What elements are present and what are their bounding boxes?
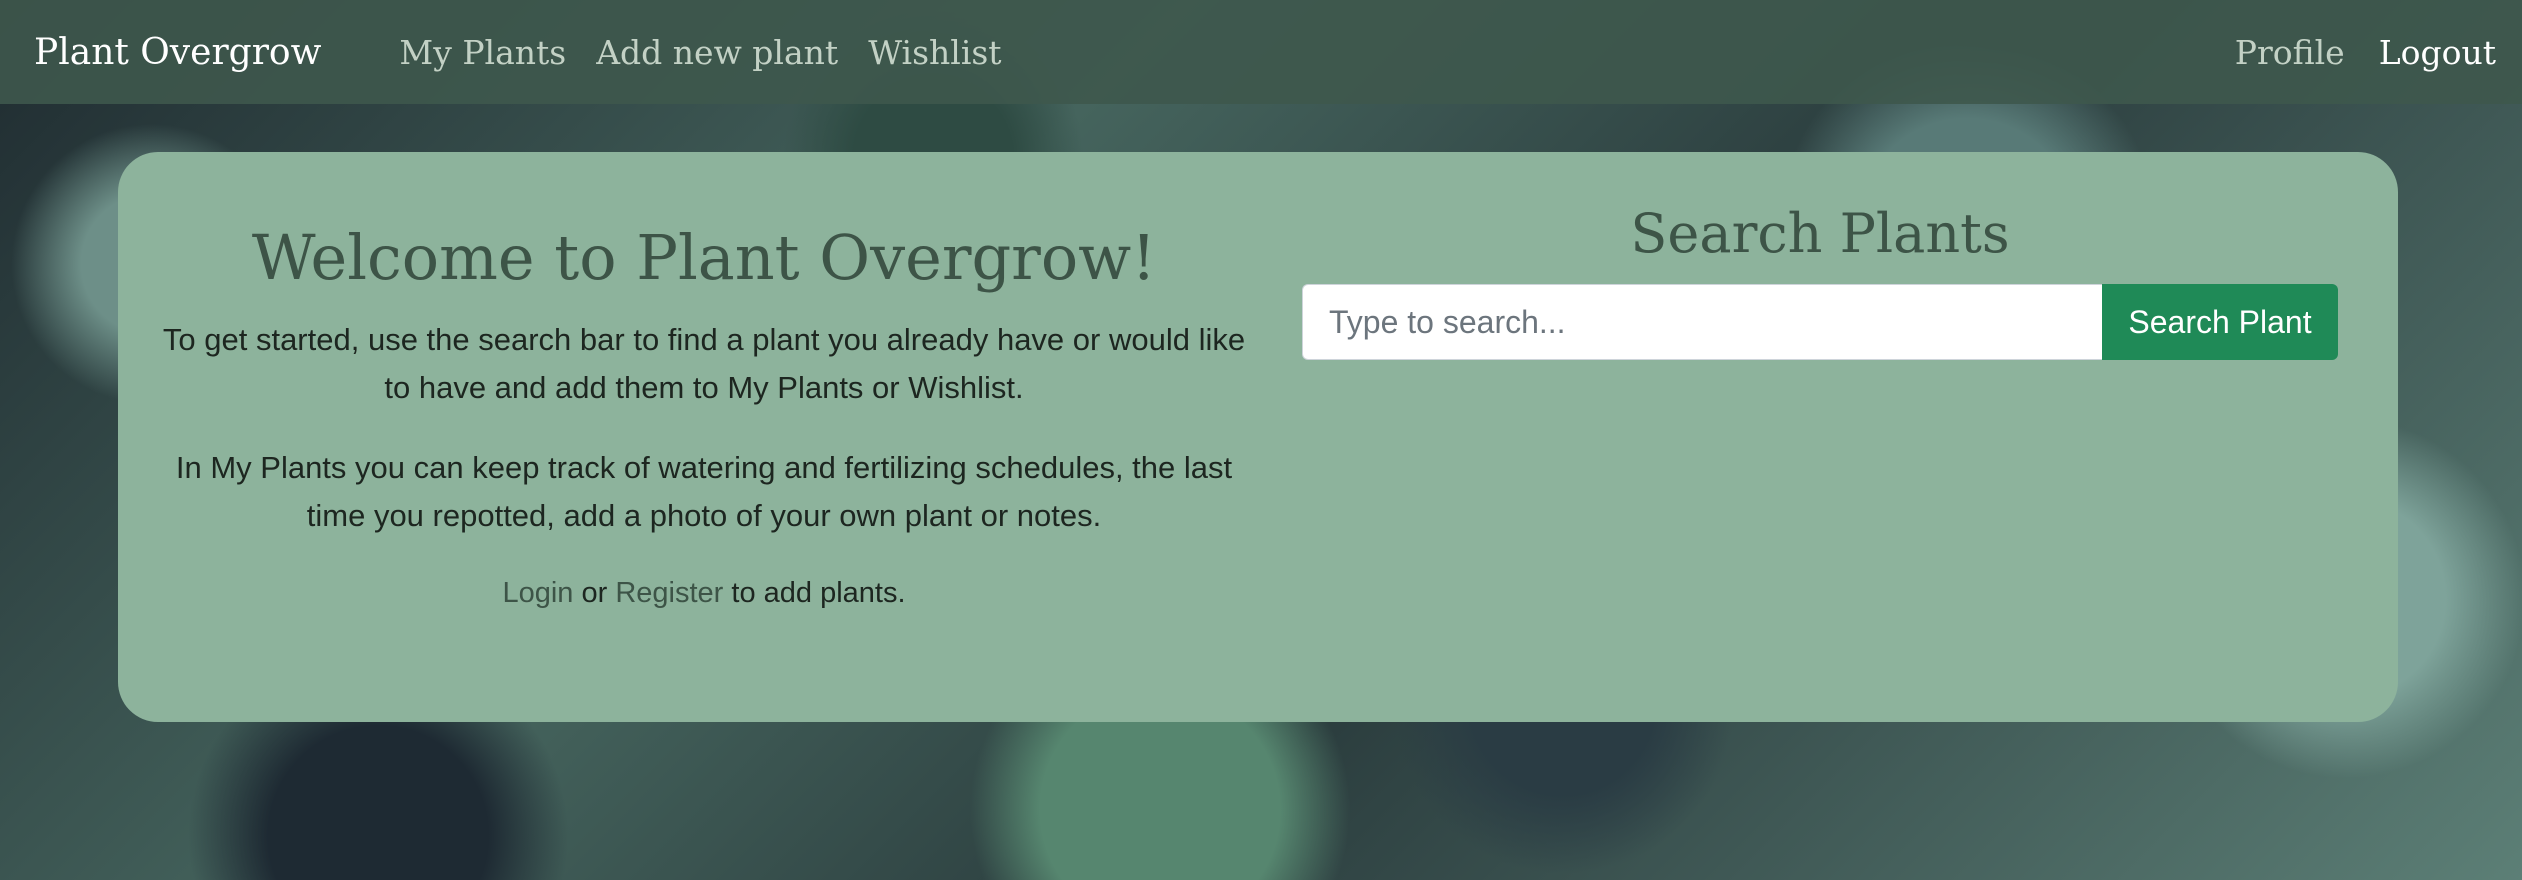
nav-link-profile[interactable]: Profile	[2235, 33, 2345, 72]
search-section: Search Plants Search Plant	[1302, 202, 2338, 360]
auth-prompt: Login or Register to add plants.	[162, 572, 1246, 614]
search-form: Search Plant	[1302, 284, 2338, 360]
search-title: Search Plants	[1630, 202, 2010, 265]
welcome-card: Welcome to Plant Overgrow! To get starte…	[118, 152, 2398, 722]
top-navbar: Plant Overgrow My Plants Add new plant W…	[0, 0, 2522, 104]
auth-or-text: or	[581, 577, 608, 609]
register-link[interactable]: Register	[615, 577, 723, 609]
nav-link-wishlist[interactable]: Wishlist	[868, 33, 1001, 72]
welcome-title: Welcome to Plant Overgrow!	[251, 221, 1157, 294]
login-link[interactable]: Login	[502, 577, 573, 609]
nav-link-logout[interactable]: Logout	[2379, 33, 2496, 72]
nav-links: My Plants Add new plant Wishlist	[399, 33, 1001, 72]
my-plants-paragraph: In My Plants you can keep track of water…	[175, 450, 1233, 533]
search-input[interactable]	[1302, 284, 2102, 360]
nav-link-add-new-plant[interactable]: Add new plant	[596, 33, 838, 72]
search-plant-button[interactable]: Search Plant	[2102, 284, 2338, 360]
brand-logo-link[interactable]: Plant Overgrow	[34, 32, 321, 73]
nav-link-my-plants[interactable]: My Plants	[399, 33, 566, 72]
nav-right-links: Profile Logout	[2235, 33, 2496, 72]
welcome-section: Welcome to Plant Overgrow! To get starte…	[162, 222, 1246, 614]
intro-paragraph: To get started, use the search bar to fi…	[162, 322, 1246, 405]
auth-suffix-text: to add plants.	[731, 577, 906, 609]
